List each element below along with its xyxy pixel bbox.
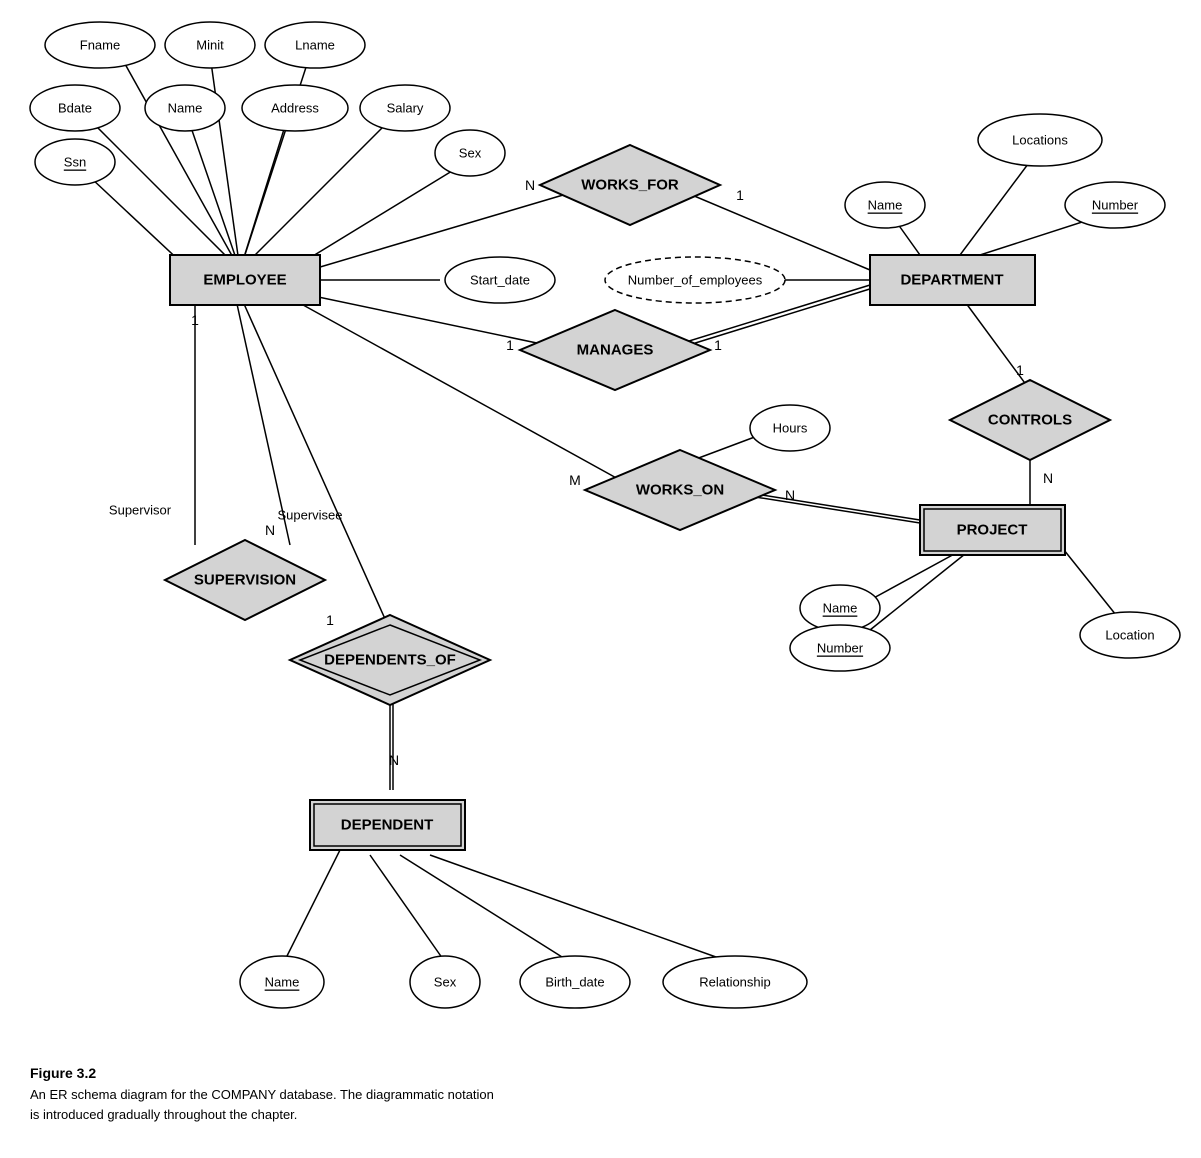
svg-text:N: N (1043, 470, 1053, 486)
svg-text:EMPLOYEE: EMPLOYEE (203, 272, 286, 289)
svg-text:Lname: Lname (295, 38, 335, 53)
svg-text:DEPENDENTS_OF: DEPENDENTS_OF (324, 652, 456, 669)
svg-text:MANAGES: MANAGES (577, 342, 654, 359)
svg-text:Location: Location (1105, 628, 1154, 643)
svg-text:Address: Address (271, 101, 319, 116)
svg-text:DEPENDENT: DEPENDENT (341, 817, 434, 834)
svg-text:PROJECT: PROJECT (957, 522, 1028, 539)
svg-text:1: 1 (714, 337, 722, 353)
svg-text:Start_date: Start_date (470, 273, 530, 288)
svg-text:Number: Number (1092, 198, 1139, 213)
svg-text:N: N (265, 522, 275, 538)
svg-text:Salary: Salary (387, 101, 424, 116)
svg-text:1: 1 (506, 337, 514, 353)
svg-text:1: 1 (1016, 362, 1024, 378)
svg-text:Hours: Hours (773, 421, 808, 436)
svg-text:N: N (389, 752, 399, 768)
svg-text:Name: Name (265, 975, 300, 990)
caption-line2: is introduced gradually throughout the c… (30, 1105, 630, 1125)
svg-text:Sex: Sex (434, 975, 457, 990)
svg-text:N: N (525, 177, 535, 193)
svg-text:Fname: Fname (80, 38, 120, 53)
svg-text:WORKS_ON: WORKS_ON (636, 482, 724, 499)
svg-text:DEPARTMENT: DEPARTMENT (900, 272, 1003, 289)
caption-line1: An ER schema diagram for the COMPANY dat… (30, 1085, 630, 1105)
svg-text:1: 1 (191, 312, 199, 328)
svg-text:1: 1 (736, 187, 744, 203)
svg-text:Ssn: Ssn (64, 155, 86, 170)
svg-text:SUPERVISION: SUPERVISION (194, 572, 296, 589)
svg-text:1: 1 (326, 612, 334, 628)
svg-text:Supervisee: Supervisee (277, 508, 342, 523)
er-diagram: .entity-rect { fill: #d3d3d3; stroke: bl… (0, 0, 1201, 1060)
svg-text:Name: Name (823, 601, 858, 616)
svg-text:N: N (785, 487, 795, 503)
figure-caption: Figure 3.2 An ER schema diagram for the … (30, 1065, 630, 1124)
svg-text:Sex: Sex (459, 146, 482, 161)
svg-text:Relationship: Relationship (699, 975, 771, 990)
svg-text:M: M (569, 472, 581, 488)
svg-text:Supervisor: Supervisor (109, 503, 172, 518)
svg-text:CONTROLS: CONTROLS (988, 412, 1072, 429)
svg-text:Minit: Minit (196, 38, 224, 53)
svg-text:Number_of_employees: Number_of_employees (628, 273, 763, 288)
svg-text:Birth_date: Birth_date (545, 975, 604, 990)
svg-text:Bdate: Bdate (58, 101, 92, 116)
caption-title: Figure 3.2 (30, 1065, 630, 1081)
svg-text:Number: Number (817, 641, 864, 656)
svg-text:WORKS_FOR: WORKS_FOR (581, 177, 679, 194)
svg-text:Name: Name (168, 101, 203, 116)
svg-text:Name: Name (868, 198, 903, 213)
svg-text:Locations: Locations (1012, 133, 1068, 148)
